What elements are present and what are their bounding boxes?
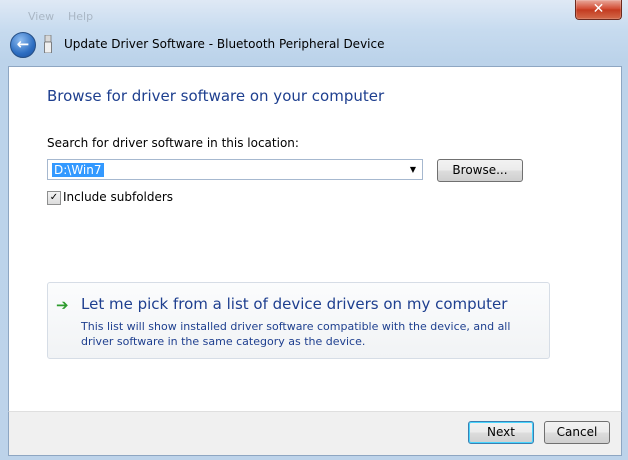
pick-from-list-description: This list will show installed driver sof…	[81, 320, 511, 348]
search-location-label: Search for driver software in this locat…	[47, 136, 299, 150]
wizard-footer: Next Cancel	[8, 411, 622, 456]
wizard-content: Browse for driver software on your compu…	[8, 66, 622, 412]
cancel-button[interactable]: Cancel	[544, 421, 610, 444]
background-menu-help: Help	[68, 10, 94, 23]
location-input[interactable]: D:\Win7	[52, 163, 104, 177]
background-menu-view: View	[28, 10, 55, 23]
next-button[interactable]: Next	[468, 421, 534, 444]
device-icon	[44, 35, 52, 53]
chevron-down-icon[interactable]: ▼	[406, 162, 420, 177]
pick-from-list-link[interactable]: ➔ Let me pick from a list of device driv…	[47, 282, 550, 359]
browse-button[interactable]: Browse...	[437, 159, 523, 182]
pick-from-list-title[interactable]: Let me pick from a list of device driver…	[81, 295, 507, 313]
page-heading: Browse for driver software on your compu…	[47, 87, 385, 105]
location-combobox[interactable]: D:\Win7 ▼	[47, 159, 423, 180]
close-icon: ✕	[592, 1, 605, 17]
close-button[interactable]: ✕	[575, 0, 622, 20]
wizard-window: View Help ✕ ← Update Driver Software - B…	[0, 0, 628, 460]
green-arrow-icon: ➔	[56, 296, 69, 314]
include-subfolders-checkbox[interactable]: ✓	[47, 191, 61, 205]
window-title: Update Driver Software - Bluetooth Perip…	[64, 37, 385, 51]
include-subfolders-label[interactable]: Include subfolders	[63, 190, 173, 204]
back-button[interactable]: ←	[10, 32, 36, 58]
back-arrow-icon: ←	[16, 35, 30, 53]
